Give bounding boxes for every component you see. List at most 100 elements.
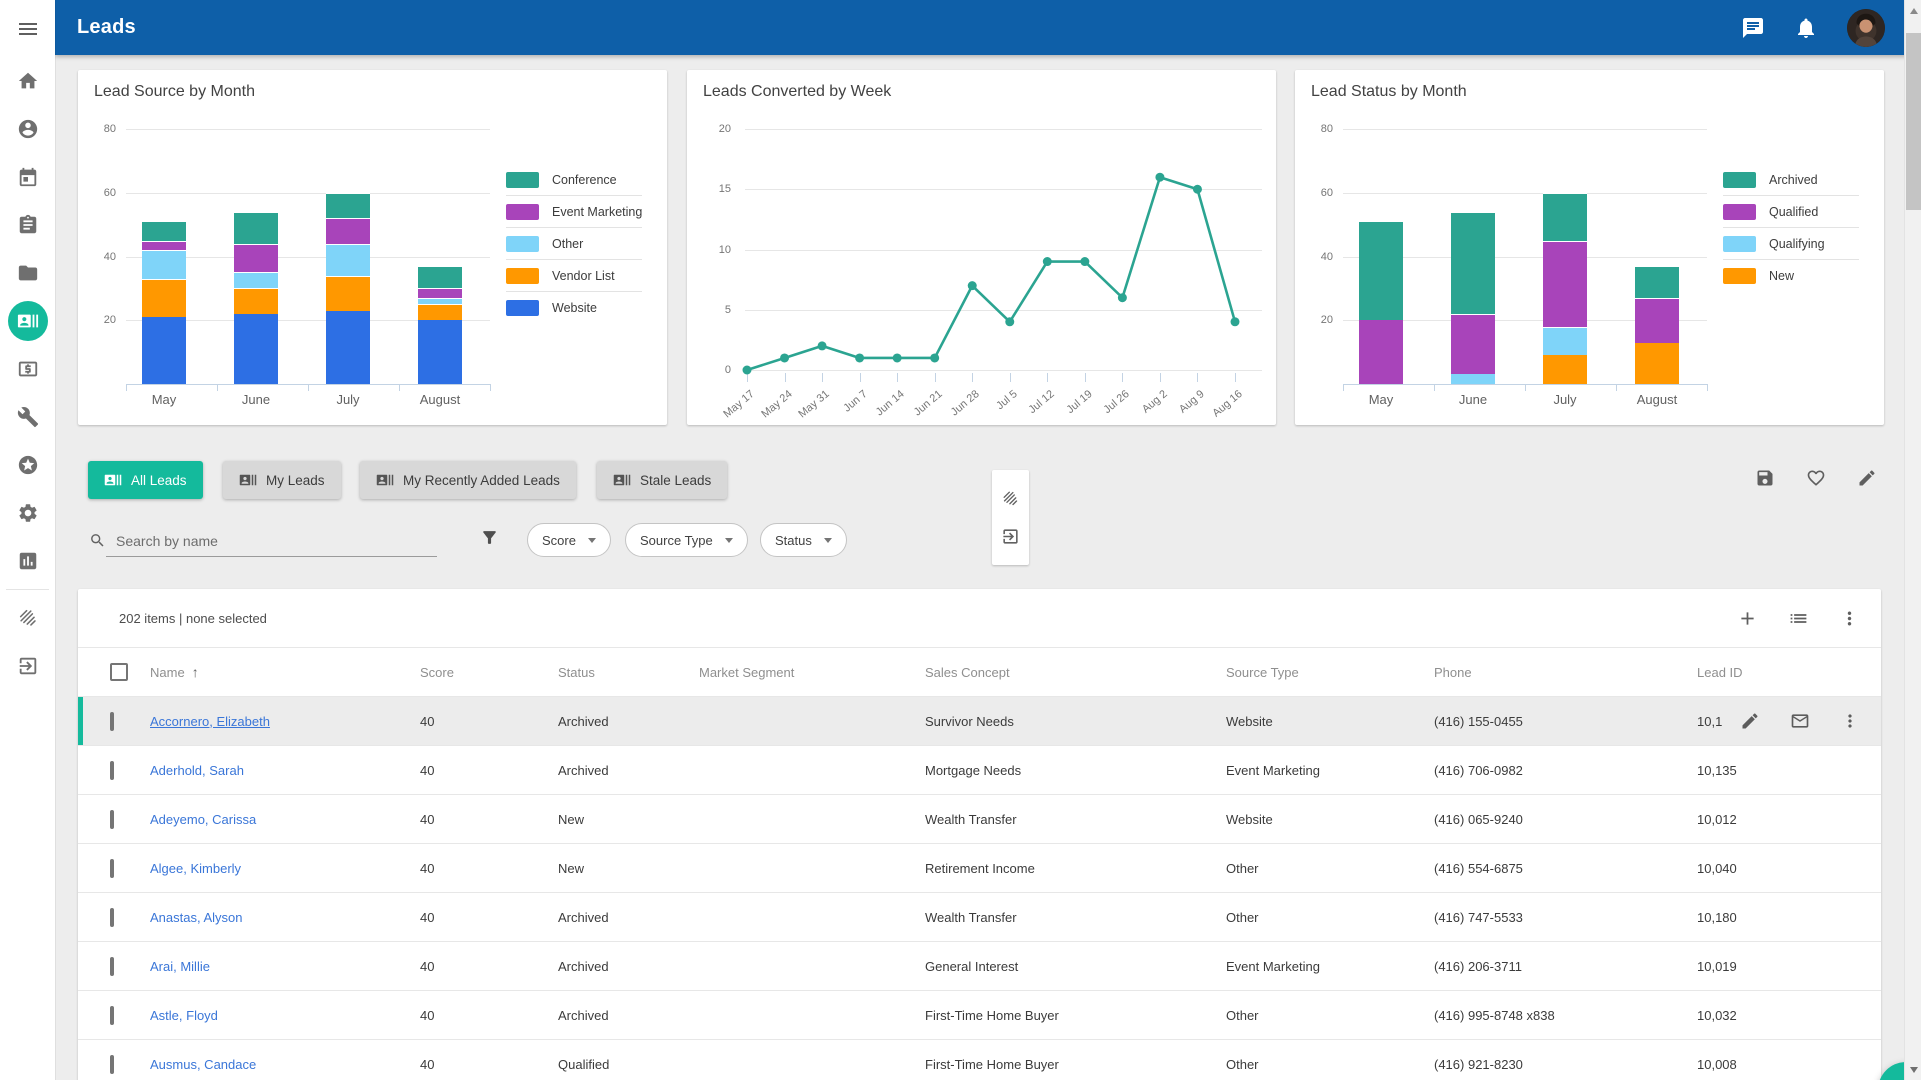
x-axis-tick: [972, 373, 973, 382]
sidebar-item-reports[interactable]: [0, 537, 55, 585]
sidebar-item-calendar[interactable]: [0, 153, 55, 201]
y-axis-tick: 40: [1299, 251, 1333, 263]
add-lead-fab[interactable]: [1878, 1062, 1904, 1080]
view-my-leads-button[interactable]: My Leads: [223, 461, 341, 499]
sidebar-item-files[interactable]: [0, 249, 55, 297]
table-row[interactable]: Arai, Millie40ArchivedGeneral InterestEv…: [78, 941, 1881, 990]
row-checkbox[interactable]: [110, 859, 114, 878]
sidebar-item-leads[interactable]: [0, 297, 55, 345]
chart-card-3: Lead Status by Month80604020MayJuneJulyA…: [1295, 70, 1884, 425]
lead-name-link[interactable]: Adeyemo, Carissa: [150, 812, 256, 827]
bar-segment-conference: [234, 212, 278, 244]
row-checkbox[interactable]: [110, 712, 114, 731]
select-all-checkbox[interactable]: [110, 663, 128, 681]
row-more-button[interactable]: [1840, 711, 1860, 731]
menu-icon[interactable]: [0, 16, 55, 42]
table-row[interactable]: Aderhold, Sarah40ArchivedMortgage NeedsE…: [78, 745, 1881, 794]
row-checkbox[interactable]: [110, 908, 114, 927]
sidebar-item-billing[interactable]: [0, 345, 55, 393]
score-filter-dropdown[interactable]: Score: [527, 523, 611, 557]
status-filter-dropdown[interactable]: Status: [760, 523, 847, 557]
row-edit-button[interactable]: [1740, 711, 1760, 731]
lead-name-link[interactable]: Ausmus, Candace: [150, 1057, 256, 1072]
sidebar-item-settings[interactable]: [0, 489, 55, 537]
x-axis-tick: [1197, 373, 1198, 382]
add-lead-button[interactable]: [1737, 608, 1758, 629]
sidebar-item-tags[interactable]: [0, 594, 55, 642]
column-header-name[interactable]: Name ↑: [150, 664, 420, 680]
cell-source-type: Website: [1226, 812, 1434, 827]
cell-sales-concept: Retirement Income: [925, 861, 1226, 876]
menu-icon-glyph: [16, 17, 40, 41]
scroll-up-arrow[interactable]: [1905, 2, 1921, 19]
row-checkbox[interactable]: [110, 1006, 114, 1025]
row-mail-button[interactable]: [1790, 711, 1810, 731]
table-row[interactable]: Algee, Kimberly40NewRetirement IncomeOth…: [78, 843, 1881, 892]
save-view-button[interactable]: [1755, 468, 1775, 488]
favorite-view-button-glyph: [1806, 468, 1826, 488]
cell-status: New: [558, 861, 699, 876]
sidebar-item-tools[interactable]: [0, 393, 55, 441]
cell-score: 40: [420, 763, 558, 778]
user-avatar[interactable]: [1847, 9, 1885, 47]
column-header-source-type[interactable]: Source Type: [1226, 665, 1434, 680]
x-axis-tick: [308, 384, 309, 391]
table-more-button[interactable]: [1839, 608, 1860, 629]
page-scrollbar[interactable]: [1904, 0, 1921, 1080]
lead-name-link[interactable]: Anastas, Alyson: [150, 910, 243, 925]
lead-name-link[interactable]: Accornero, Elizabeth: [150, 714, 270, 729]
sidebar-item-exit[interactable]: [0, 642, 55, 690]
bar-segment-qualified: [1543, 241, 1587, 327]
y-axis-tick: 10: [697, 244, 731, 256]
import-panel-icon[interactable]: [1001, 527, 1020, 546]
sidebar-item-profile[interactable]: [0, 105, 55, 153]
table-row[interactable]: Anastas, Alyson40ArchivedWealth Transfer…: [78, 892, 1881, 941]
column-header-status[interactable]: Status: [558, 665, 699, 680]
scroll-down-arrow[interactable]: [1905, 1061, 1921, 1078]
list-view-button[interactable]: [1788, 608, 1809, 629]
column-header-phone[interactable]: Phone: [1434, 665, 1697, 680]
search-icon-glyph: [89, 532, 106, 549]
column-header-lead-id[interactable]: Lead ID: [1697, 665, 1881, 680]
gridline: [126, 193, 490, 194]
edit-view-button[interactable]: [1857, 468, 1877, 488]
table-row[interactable]: Ausmus, Candace40QualifiedFirst-Time Hom…: [78, 1039, 1881, 1080]
cell-phone: (416) 921-8230: [1434, 1057, 1697, 1072]
x-axis-tick: [897, 373, 898, 382]
search-input[interactable]: [106, 527, 437, 557]
table-row[interactable]: Adeyemo, Carissa40NewWealth TransferWebs…: [78, 794, 1881, 843]
source-type-filter-dropdown[interactable]: Source Type: [625, 523, 748, 557]
sidebar-item-favorites[interactable]: [0, 441, 55, 489]
sidebar-item-home[interactable]: [0, 57, 55, 105]
bar-segment-event-marketing: [234, 244, 278, 273]
scrollbar-thumb[interactable]: [1906, 33, 1921, 210]
legend-swatch: [1723, 204, 1756, 220]
notifications-icon[interactable]: [1794, 16, 1818, 40]
lead-name-link[interactable]: Arai, Millie: [150, 959, 210, 974]
chevron-down-icon: [725, 538, 733, 543]
cell-lead-id: 10,012: [1697, 812, 1737, 827]
tags-panel-icon[interactable]: [1001, 489, 1020, 508]
row-checkbox[interactable]: [110, 810, 114, 829]
bar-segment-qualifying: [1543, 327, 1587, 356]
column-header-market-segment[interactable]: Market Segment: [699, 665, 925, 680]
view-stale-leads-button[interactable]: Stale Leads: [597, 461, 727, 499]
table-row[interactable]: Astle, Floyd40ArchivedFirst-Time Home Bu…: [78, 990, 1881, 1039]
row-checkbox[interactable]: [110, 1055, 114, 1074]
row-checkbox[interactable]: [110, 761, 114, 780]
sidebar-item-tasks[interactable]: [0, 201, 55, 249]
lead-name-link[interactable]: Astle, Floyd: [150, 1008, 218, 1023]
filter-funnel-icon[interactable]: [480, 528, 499, 547]
table-row[interactable]: Accornero, Elizabeth40ArchivedSurvivor N…: [78, 696, 1881, 745]
x-axis-tick: [217, 384, 218, 391]
row-checkbox[interactable]: [110, 957, 114, 976]
column-header-score[interactable]: Score: [420, 665, 558, 680]
lead-name-link[interactable]: Algee, Kimberly: [150, 861, 241, 876]
lead-name-link[interactable]: Aderhold, Sarah: [150, 763, 244, 778]
favorite-view-button[interactable]: [1806, 468, 1826, 488]
view-recently-added-leads-button[interactable]: My Recently Added Leads: [360, 461, 576, 499]
view-all-leads-button[interactable]: All Leads: [88, 461, 203, 499]
chat-icon[interactable]: [1741, 16, 1765, 40]
column-header-sales-concept[interactable]: Sales Concept: [925, 665, 1226, 680]
cell-phone: (416) 065-9240: [1434, 812, 1697, 827]
